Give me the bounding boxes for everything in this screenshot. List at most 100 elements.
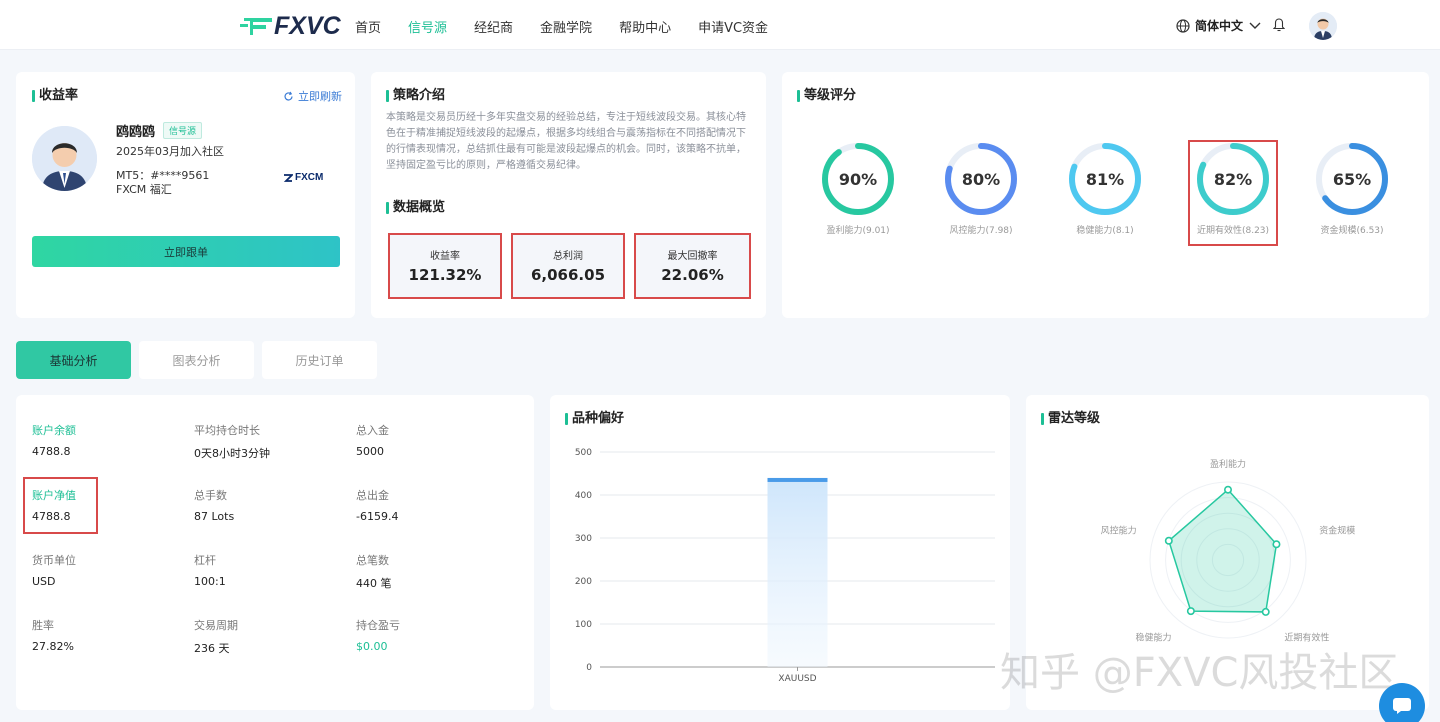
stat-total-profit: 总利润 6,066.05 xyxy=(511,233,625,299)
rating-gauge: 80% 风控能力(7.98) xyxy=(941,140,1021,236)
stat-label: 总出金 xyxy=(356,489,389,502)
stat-value: 22.06% xyxy=(661,266,724,284)
stat-label: 货币单位 xyxy=(32,554,76,567)
gauge-percent: 80% xyxy=(962,170,1000,189)
rating-title: 等级评分 xyxy=(797,89,856,103)
stat-label: 总手数 xyxy=(194,489,227,502)
refresh-button[interactable]: 立即刷新 xyxy=(283,88,342,104)
x-tick-label: XAUUSD xyxy=(778,674,816,684)
profit-card xyxy=(16,72,355,318)
y-tick-label: 200 xyxy=(575,577,592,587)
radar-point xyxy=(1224,485,1233,494)
signal-source-badge: 信号源 xyxy=(163,122,203,139)
gauge-ring: 81% xyxy=(1069,143,1141,215)
nav-apply-vc[interactable]: 申请VC资金 xyxy=(698,17,768,36)
radar-point xyxy=(1272,540,1281,549)
stat-return-rate: 收益率 121.32% xyxy=(388,233,502,299)
gauge-percent: 90% xyxy=(839,170,877,189)
top-header: FXVC 首页 信号源 经纪商 金融学院 帮助中心 申请VC资金 简体中文 xyxy=(0,0,1440,50)
radar-title: 雷达等级 xyxy=(1041,412,1100,426)
radar-axis-label: 资金规模 xyxy=(1319,524,1355,536)
stat-value: 0天8小时3分钟 xyxy=(194,447,270,460)
radar-point xyxy=(1186,607,1195,616)
nav-broker[interactable]: 经纪商 xyxy=(474,17,513,36)
gauge-percent: 65% xyxy=(1333,170,1371,189)
trader-name: 鸥鸥鸥 xyxy=(116,125,156,140)
strategy-title: 策略介绍 xyxy=(386,89,445,103)
strategy-description: 本策略是交易员历经十多年实盘交易的经验总结，专注于短线波段交易。其核心特色在于精… xyxy=(386,112,746,171)
stat-value: -6159.4 xyxy=(356,510,399,523)
nav-help-center[interactable]: 帮助中心 xyxy=(619,17,671,36)
bar xyxy=(767,479,828,667)
stat-label: 总利润 xyxy=(553,251,583,262)
y-tick-label: 300 xyxy=(575,534,592,544)
radar-area xyxy=(1167,488,1278,613)
basic-analysis-card xyxy=(16,395,534,710)
nav-home[interactable]: 首页 xyxy=(355,17,381,36)
refresh-label: 立即刷新 xyxy=(298,90,342,103)
stat-label: 收益率 xyxy=(430,251,460,262)
fxvc-logo[interactable]: FXVC xyxy=(240,11,341,40)
stat-value: 236 天 xyxy=(194,642,230,655)
stat-label: 账户余额 xyxy=(32,424,76,437)
stat-value: USD xyxy=(32,575,56,588)
gauge-percent: 81% xyxy=(1086,170,1124,189)
gauge-ring: 82% xyxy=(1197,143,1269,215)
stat-value: 4788.8 xyxy=(32,445,71,458)
stat-value: 27.82% xyxy=(32,640,74,653)
gauge-ring: 90% xyxy=(822,143,894,215)
radar-axis-label: 风控能力 xyxy=(1101,524,1137,536)
rating-gauge: 81% 稳健能力(8.1) xyxy=(1065,140,1145,236)
user-avatar[interactable] xyxy=(1309,12,1337,40)
stat-label: 胜率 xyxy=(32,619,54,632)
fxcm-logo: FXCM xyxy=(283,172,323,183)
stat-label: 平均持仓时长 xyxy=(194,424,260,437)
chat-button[interactable] xyxy=(1379,683,1425,722)
logo-text: FXVC xyxy=(274,11,341,40)
stat-label: 交易周期 xyxy=(194,619,238,632)
stat-value: 121.32% xyxy=(408,266,482,284)
bell-icon[interactable] xyxy=(1272,18,1286,35)
tab-basic-analysis[interactable]: 基础分析 xyxy=(16,341,131,379)
y-tick-label: 0 xyxy=(586,663,592,673)
nav-finance-academy[interactable]: 金融学院 xyxy=(540,17,592,36)
chat-icon xyxy=(1393,698,1411,714)
stat-value: 440 笔 xyxy=(356,577,392,590)
chevron-down-icon xyxy=(1249,22,1261,29)
highlight-frame xyxy=(23,477,98,534)
broker-name: FXCM 福汇 xyxy=(116,183,172,196)
main-nav: 首页 信号源 经纪商 金融学院 帮助中心 申请VC资金 xyxy=(355,17,795,36)
stat-max-drawdown: 最大回撤率 22.06% xyxy=(634,233,751,299)
gauge-ring: 80% xyxy=(945,143,1017,215)
stat-label: 持仓盈亏 xyxy=(356,619,400,632)
tab-history-orders[interactable]: 历史订单 xyxy=(262,341,377,379)
logo-mark-icon xyxy=(240,18,272,35)
y-tick-label: 400 xyxy=(575,491,592,501)
watermark: 知乎 @FXVC风投社区 xyxy=(1000,650,1399,696)
bar-top xyxy=(767,477,828,482)
variety-title: 品种偏好 xyxy=(565,412,624,426)
data-overview-title: 数据概览 xyxy=(386,201,445,215)
language-selector[interactable]: 简体中文 xyxy=(1176,17,1266,34)
gauge-percent: 82% xyxy=(1214,170,1252,189)
follow-button[interactable]: 立即跟单 xyxy=(32,236,340,267)
radar-axis-label: 盈利能力 xyxy=(1210,458,1246,470)
radar-point xyxy=(1164,536,1173,545)
gauge-label: 近期有效性(8.23) xyxy=(1196,226,1270,236)
nav-signal-source[interactable]: 信号源 xyxy=(408,17,447,36)
gauge-ring: 65% xyxy=(1316,143,1388,215)
gauge-label: 风控能力(7.98) xyxy=(949,226,1013,236)
rating-gauge: 65% 资金规模(6.53) xyxy=(1312,140,1392,236)
refresh-icon xyxy=(284,91,293,100)
stat-value: 5000 xyxy=(356,445,384,458)
tab-chart-analysis[interactable]: 图表分析 xyxy=(139,341,254,379)
y-tick-label: 500 xyxy=(575,448,592,458)
globe-icon xyxy=(1176,18,1190,33)
y-tick-label: 100 xyxy=(575,620,592,630)
stat-value: 100:1 xyxy=(194,575,226,588)
join-date: 2025年03月加入社区 xyxy=(116,145,224,158)
stat-value: 87 Lots xyxy=(194,510,235,523)
profit-card-title: 收益率 xyxy=(32,89,78,103)
stat-label: 总入金 xyxy=(356,424,389,437)
trader-avatar xyxy=(32,126,97,191)
